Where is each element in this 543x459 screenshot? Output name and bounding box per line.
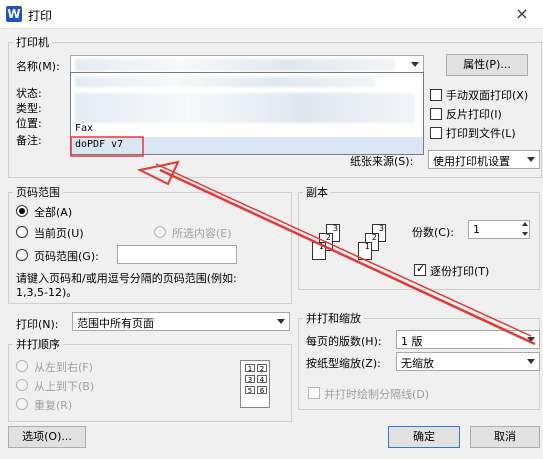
annotation-arrow-line <box>155 163 532 337</box>
annotation-arrow-line <box>159 168 536 346</box>
annotation-overlay <box>70 136 536 346</box>
annotation-highlight-box <box>70 136 144 157</box>
annotation-arrowhead <box>136 160 180 186</box>
